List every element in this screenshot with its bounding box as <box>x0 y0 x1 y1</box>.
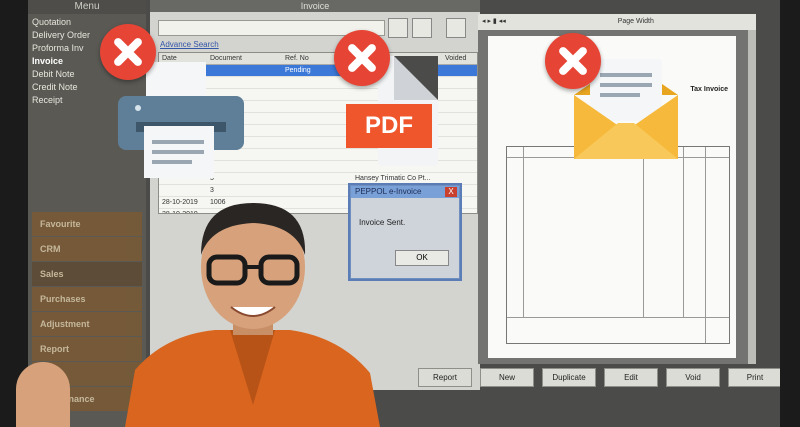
report-button[interactable]: Report <box>418 368 472 387</box>
cell-voided <box>442 125 477 136</box>
table-column-line <box>683 147 684 317</box>
line-items-table <box>506 146 730 344</box>
preview-scrollbar[interactable] <box>748 30 756 364</box>
edit-button[interactable]: Edit <box>604 368 658 387</box>
cross-icon-printer <box>100 24 156 80</box>
dialog-close-button[interactable]: X <box>445 187 457 197</box>
column-voided[interactable]: Voided <box>442 53 477 64</box>
cell-voided <box>442 137 477 148</box>
left-menu-title: Menu <box>28 0 146 14</box>
cell-ref-no <box>282 161 352 172</box>
advanced-search-link[interactable]: Advance Search <box>160 40 219 49</box>
void-button[interactable]: Void <box>666 368 720 387</box>
layout-button[interactable] <box>446 18 466 38</box>
cell-ref-no <box>282 149 352 160</box>
table-column-line <box>705 147 706 343</box>
filter-button[interactable] <box>412 18 432 38</box>
cell-voided <box>442 113 477 124</box>
cell-voided <box>442 89 477 100</box>
table-rule <box>507 317 729 318</box>
presenter-figure <box>125 203 380 427</box>
pdf-page-fold <box>394 56 438 100</box>
page-nav-icon[interactable]: ◂ ▸ ▮ ◂◂ <box>482 18 506 25</box>
print-button[interactable]: Print <box>728 368 780 387</box>
action-button-bar: Report New Duplicate Edit Void Print <box>418 368 780 388</box>
cell-ref-no <box>282 89 352 100</box>
cell-ref-no <box>282 77 352 88</box>
cell-voided <box>442 161 477 172</box>
cell-voided <box>442 77 477 88</box>
cell-ref-no <box>282 113 352 124</box>
cell-ref-no <box>282 101 352 112</box>
document-heading: Tax Invoice <box>690 86 728 93</box>
cell-customer: Hansey Trimatic Co Pt... <box>355 175 431 182</box>
cell-ref-no <box>282 125 352 136</box>
table-column-line <box>643 147 644 317</box>
duplicate-button[interactable]: Duplicate <box>542 368 596 387</box>
cross-icon-email <box>545 33 601 89</box>
cell-ref-no <box>282 173 352 184</box>
cell-ref-no <box>282 137 352 148</box>
cell-voided <box>442 173 477 184</box>
zoom-select[interactable]: Page Width <box>618 18 654 25</box>
cell-voided <box>442 149 477 160</box>
pdf-label: PDF <box>346 104 432 148</box>
dialog-ok-button[interactable]: OK <box>395 250 449 266</box>
table-column-line <box>523 147 524 317</box>
cell-voided <box>442 101 477 112</box>
invoice-window-title: Invoice <box>150 0 480 12</box>
preview-toolbar: ◂ ▸ ▮ ◂◂ Page Width <box>478 14 756 30</box>
search-button[interactable] <box>388 18 408 38</box>
cross-icon-pdf <box>334 30 390 86</box>
cell-voided <box>442 65 477 76</box>
presenter-hand <box>16 362 70 427</box>
new-button[interactable]: New <box>480 368 534 387</box>
